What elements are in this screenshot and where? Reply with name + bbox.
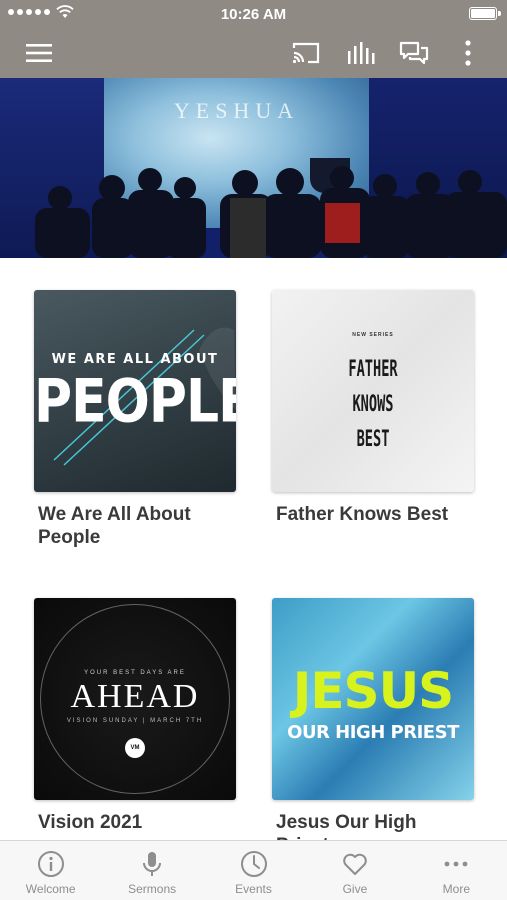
tab-more[interactable]: More: [406, 841, 507, 900]
status-bar: 10:26 AM: [0, 0, 507, 28]
stage-screen-text: YESHUA: [173, 98, 300, 123]
battery-icon: [469, 7, 501, 20]
tab-label: Welcome: [25, 882, 76, 896]
church-logo: VM: [125, 738, 145, 758]
cast-button[interactable]: [288, 36, 324, 70]
tab-label: Give: [342, 882, 368, 896]
hero-banner-image: YESHUA: [0, 78, 507, 258]
artwork-caption: NEW SERIES: [352, 332, 394, 338]
more-horizontal-icon: [444, 861, 468, 867]
microphone-icon: [143, 852, 162, 876]
menu-icon: [26, 44, 52, 62]
artwork-subtitle: VISION SUNDAY | MARCH 7TH: [66, 718, 204, 724]
sermon-card[interactable]: JESUS OUR HIGH PRIEST Jesus Our High Pri…: [272, 598, 474, 840]
chat-icon: [399, 41, 429, 65]
sermon-grid: WE ARE ALL ABOUT PEOPLE We Are All About…: [0, 258, 507, 840]
tab-label: More: [442, 882, 470, 896]
artwork-headline: FATHER KNOWS BEST: [348, 357, 398, 452]
crowd-silhouette: [35, 158, 507, 258]
sermon-card[interactable]: NEW SERIES FATHER KNOWS BEST Father Know…: [272, 290, 474, 526]
artwork-caption: WE ARE ALL ABOUT: [51, 352, 219, 367]
sermon-artwork: YOUR BEST DAYS ARE AHEAD VISION SUNDAY |…: [34, 598, 236, 800]
tab-events[interactable]: Events: [203, 841, 304, 900]
tab-welcome[interactable]: Welcome: [0, 841, 101, 900]
clock-icon: [240, 851, 267, 877]
tab-label: Events: [235, 882, 272, 896]
sermon-title: Jesus Our High Priest: [276, 812, 417, 840]
cast-icon: [292, 42, 320, 64]
overflow-menu-button[interactable]: [450, 36, 486, 70]
chat-button[interactable]: [396, 36, 432, 70]
tab-give[interactable]: Give: [304, 841, 405, 900]
artwork-headline: JESUS: [292, 662, 454, 720]
artwork-caption: YOUR BEST DAYS ARE: [84, 670, 186, 676]
artwork-subtitle: OUR HIGH PRIEST: [287, 722, 459, 743]
sermon-artwork: WE ARE ALL ABOUT PEOPLE: [34, 290, 236, 492]
sermon-artwork: JESUS OUR HIGH PRIEST: [272, 598, 474, 800]
menu-button[interactable]: [21, 36, 57, 70]
sermon-card[interactable]: YOUR BEST DAYS ARE AHEAD VISION SUNDAY |…: [34, 598, 236, 834]
sermon-card[interactable]: WE ARE ALL ABOUT PEOPLE We Are All About…: [34, 290, 236, 549]
tab-label: Sermons: [128, 882, 177, 896]
equalizer-icon: [348, 42, 375, 64]
info-icon: [37, 851, 64, 877]
audio-button[interactable]: [343, 36, 379, 70]
artwork-headline: AHEAD: [70, 678, 200, 715]
sermon-artwork: NEW SERIES FATHER KNOWS BEST: [272, 290, 474, 492]
more-vertical-icon: [465, 40, 471, 66]
nav-bar: [0, 28, 507, 78]
heart-icon: [343, 853, 367, 875]
status-time: 10:26 AM: [220, 6, 287, 23]
tab-bar: Welcome Sermons Events Give More: [0, 840, 507, 900]
sermon-title: Vision 2021: [38, 812, 143, 833]
tab-sermons[interactable]: Sermons: [101, 841, 202, 900]
sermon-title: Father Knows Best: [276, 504, 449, 525]
sermon-title: We Are All About People: [38, 504, 191, 548]
artwork-headline: PEOPLE: [34, 367, 236, 437]
